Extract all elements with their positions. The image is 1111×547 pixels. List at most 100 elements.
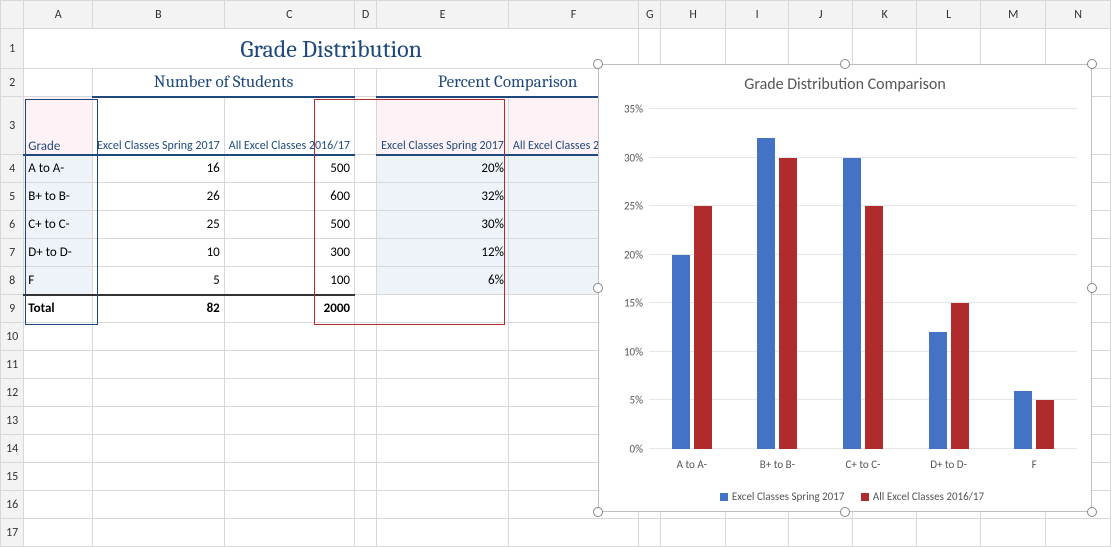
chart-x-tick: A to A- <box>649 458 735 471</box>
cell-pct-spring[interactable]: 20% <box>377 155 509 183</box>
row-header[interactable]: 11 <box>1 351 24 379</box>
col-header[interactable]: M <box>981 1 1046 29</box>
cell-grade[interactable]: A to A- <box>24 155 93 183</box>
col-header[interactable]: A <box>24 1 93 29</box>
col-header[interactable]: G <box>639 1 661 29</box>
col-header[interactable]: D <box>355 1 377 29</box>
chart-x-tick: F <box>991 458 1077 471</box>
chart-x-tick: B+ to B- <box>735 458 821 471</box>
chart-resize-handle[interactable] <box>593 507 603 517</box>
chart-resize-handle[interactable] <box>1087 59 1097 69</box>
col-header[interactable]: J <box>789 1 853 29</box>
cell-pct-spring[interactable]: 30% <box>377 211 509 239</box>
col-header[interactable]: N <box>1046 1 1111 29</box>
cell-pct-spring[interactable]: 6% <box>377 267 509 295</box>
cell-grade[interactable]: D+ to D- <box>24 239 93 267</box>
col-header[interactable]: F <box>508 1 638 29</box>
chart-bar <box>865 206 883 449</box>
chart-bar <box>757 138 775 449</box>
cell-count-spring[interactable]: 5 <box>93 267 225 295</box>
cell-count-spring[interactable]: 25 <box>93 211 225 239</box>
chart-y-tick: 30% <box>624 151 649 164</box>
select-all-corner[interactable] <box>1 1 24 29</box>
cell-count-spring[interactable]: 26 <box>93 183 225 211</box>
chart-bar <box>779 158 797 449</box>
legend-label: All Excel Classes 2016/17 <box>873 490 984 503</box>
chart-y-tick: 5% <box>630 394 649 407</box>
cell-total-spring[interactable]: 82 <box>93 295 225 323</box>
cell-grade[interactable]: B+ to B- <box>24 183 93 211</box>
row-header[interactable]: 3 <box>1 97 24 155</box>
row-header[interactable]: 9 <box>1 295 24 323</box>
row-header[interactable]: 10 <box>1 323 24 351</box>
chart-resize-handle[interactable] <box>1087 283 1097 293</box>
cell-total-all[interactable]: 2000 <box>224 295 354 323</box>
row-header[interactable]: 7 <box>1 239 24 267</box>
chart-resize-handle[interactable] <box>840 507 850 517</box>
legend-label: Excel Classes Spring 2017 <box>732 490 845 503</box>
chart-x-labels: A to A-B+ to B-C+ to C-D+ to D-F <box>649 458 1077 471</box>
cell-count-all[interactable]: 600 <box>224 183 354 211</box>
col-header[interactable]: K <box>852 1 916 29</box>
chart-bar <box>951 303 969 449</box>
cell-count-spring[interactable]: 16 <box>93 155 225 183</box>
cell-count-all[interactable]: 300 <box>224 239 354 267</box>
col-header[interactable]: C <box>224 1 354 29</box>
legend-swatch-icon <box>861 493 869 501</box>
row-header[interactable]: 15 <box>1 463 24 491</box>
chart-x-tick: D+ to D- <box>906 458 992 471</box>
chart-bar <box>929 332 947 449</box>
chart-y-tick: 25% <box>624 200 649 213</box>
row-header[interactable]: 2 <box>1 69 24 97</box>
cell-count-all[interactable]: 500 <box>224 155 354 183</box>
row-header[interactable]: 4 <box>1 155 24 183</box>
cell-count-all[interactable]: 100 <box>224 267 354 295</box>
chart-plot-area: 0%5%10%15%20%25%30%35% <box>649 109 1077 449</box>
chart-title: Grade Distribution Comparison <box>599 65 1091 100</box>
chart-y-tick: 15% <box>624 297 649 310</box>
cell-total-label[interactable]: Total <box>24 295 93 323</box>
cell-pct-spring[interactable]: 32% <box>377 183 509 211</box>
col-header[interactable]: L <box>917 1 981 29</box>
col-header[interactable]: B <box>93 1 225 29</box>
row-header[interactable]: 5 <box>1 183 24 211</box>
chart-legend: Excel Classes Spring 2017 All Excel Clas… <box>599 490 1091 503</box>
embedded-chart[interactable]: Grade Distribution Comparison 0%5%10%15%… <box>598 64 1092 512</box>
chart-y-tick: 10% <box>624 345 649 358</box>
chart-y-tick: 0% <box>630 443 649 456</box>
chart-x-tick: C+ to C- <box>820 458 906 471</box>
cell-grade[interactable]: F <box>24 267 93 295</box>
row-header[interactable]: 12 <box>1 379 24 407</box>
legend-swatch-icon <box>720 493 728 501</box>
row-header[interactable]: 16 <box>1 491 24 519</box>
col-header[interactable]: H <box>661 1 726 29</box>
row-header[interactable]: 1 <box>1 29 24 69</box>
chart-bar <box>843 158 861 449</box>
header-spring-count[interactable]: Excel Classes Spring 2017 <box>93 97 225 155</box>
chart-bar <box>672 255 690 449</box>
chart-y-tick: 35% <box>624 103 649 116</box>
title-cell[interactable]: Grade Distribution <box>24 29 639 69</box>
row-header[interactable]: 13 <box>1 407 24 435</box>
cell-grade[interactable]: C+ to C- <box>24 211 93 239</box>
header-all-count[interactable]: All Excel Classes 2016/17 <box>224 97 354 155</box>
cell-count-all[interactable]: 500 <box>224 211 354 239</box>
cell-count-spring[interactable]: 10 <box>93 239 225 267</box>
row-header[interactable]: 17 <box>1 519 24 547</box>
row-header[interactable]: 14 <box>1 435 24 463</box>
header-spring-pct[interactable]: Excel Classes Spring 2017 <box>377 97 509 155</box>
row-header[interactable]: 8 <box>1 267 24 295</box>
section-header-students[interactable]: Number of Students <box>93 69 355 97</box>
chart-y-tick: 20% <box>624 248 649 261</box>
chart-resize-handle[interactable] <box>840 59 850 69</box>
col-header[interactable]: E <box>377 1 509 29</box>
col-header[interactable]: I <box>725 1 788 29</box>
row-header[interactable]: 6 <box>1 211 24 239</box>
header-grade[interactable]: Grade <box>24 97 93 155</box>
chart-resize-handle[interactable] <box>593 59 603 69</box>
cell-pct-spring[interactable]: 12% <box>377 239 509 267</box>
chart-resize-handle[interactable] <box>593 283 603 293</box>
chart-bar <box>1014 391 1032 449</box>
chart-resize-handle[interactable] <box>1087 507 1097 517</box>
chart-bar <box>1036 400 1054 449</box>
